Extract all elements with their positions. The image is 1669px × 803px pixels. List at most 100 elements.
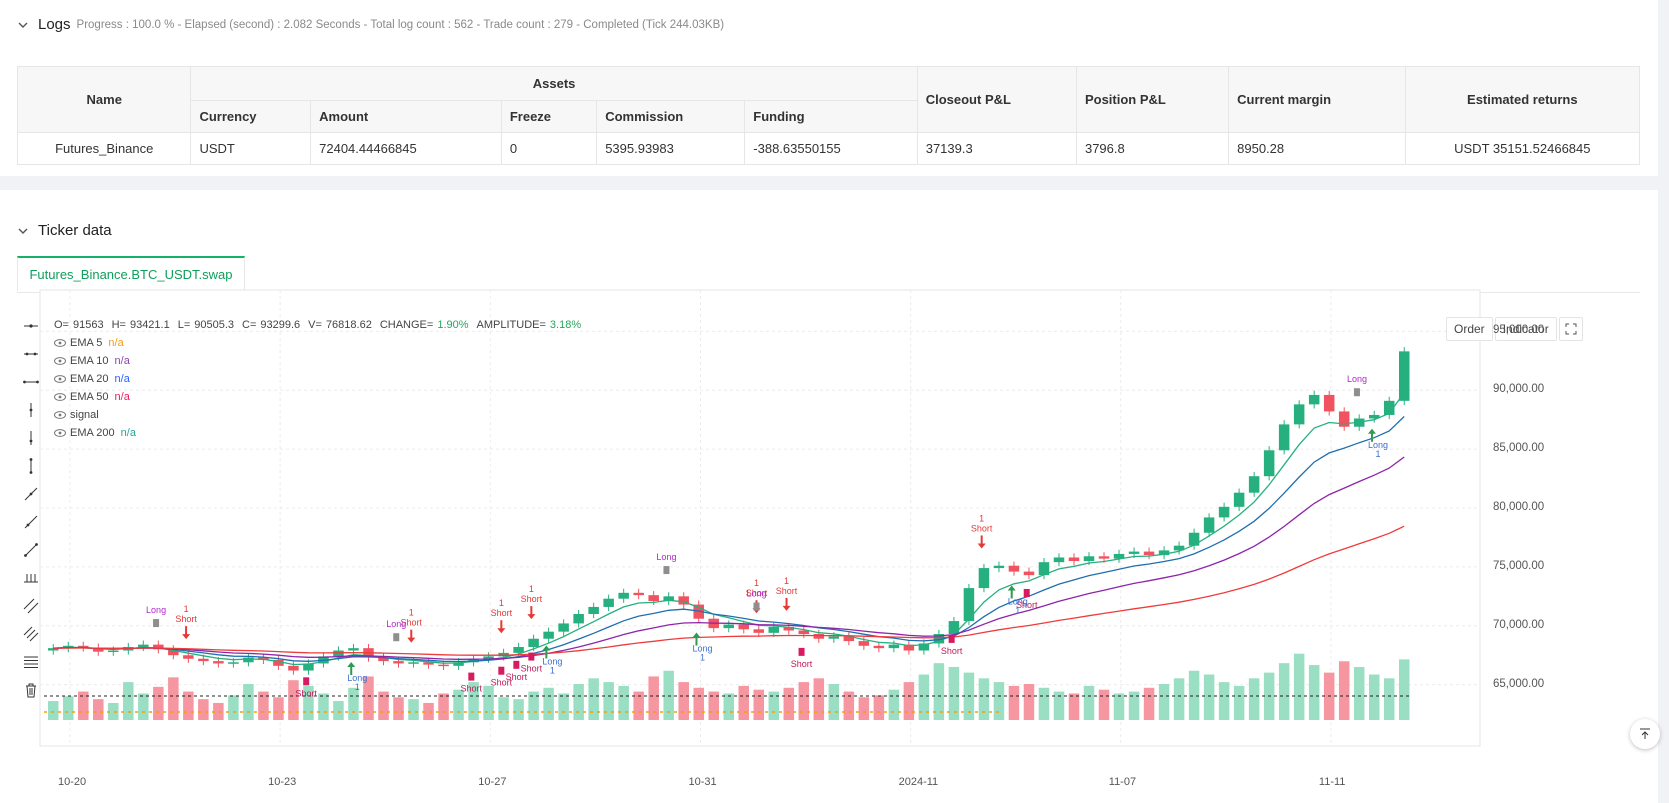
eye-icon[interactable] [54, 375, 66, 383]
candle-body [1188, 532, 1200, 546]
candle-body [558, 623, 569, 632]
legend-name: EMA 20 [70, 373, 109, 385]
long-label: Long [146, 605, 166, 615]
short-marker [513, 660, 520, 669]
legend-item-signal[interactable]: signal [54, 406, 589, 424]
legend-item-ema-5[interactable]: EMA 5 n/a [54, 334, 589, 352]
long-marker [1353, 388, 1360, 397]
legend-value: n/a [114, 355, 130, 367]
candle-body [513, 646, 524, 653]
volume-bar [573, 684, 584, 720]
short-label: Short [776, 586, 798, 596]
legend-item-ema-10[interactable]: EMA 10 n/a [54, 352, 589, 370]
volume-bar [1383, 678, 1395, 720]
volume-bar [798, 682, 810, 720]
legend-value: n/a [114, 373, 130, 385]
legend-name: EMA 200 [70, 427, 115, 439]
candle-body [198, 658, 209, 662]
volume-bar [1368, 674, 1380, 720]
ohlc-readout: O= 91563 H= 93421.1 L= 90505.3 C= 93299.6 V=… [54, 319, 582, 331]
volume-bar [618, 685, 629, 720]
long-label: Long [1347, 374, 1367, 384]
y-tick-label: 70,000.00 [1493, 618, 1545, 631]
y-tick-label: 75,000.00 [1493, 559, 1545, 572]
candle-body [828, 636, 840, 639]
candle-body [438, 664, 449, 667]
long-label: Long [656, 552, 676, 562]
volume-bar [1023, 684, 1035, 720]
candle-body [288, 665, 299, 671]
candle-body [1218, 506, 1230, 518]
legend-item-ema-50[interactable]: EMA 50 n/a [54, 388, 589, 406]
short-label: Short [491, 608, 513, 618]
volume-bar [888, 689, 900, 720]
arrow-up-icon[interactable] [1638, 727, 1652, 741]
volume-bar [1308, 665, 1320, 720]
candle-body [1323, 394, 1335, 412]
y-tick-label: 85,000.00 [1493, 442, 1545, 455]
volume-bar [153, 686, 164, 720]
eye-icon[interactable] [54, 393, 66, 401]
trade-count-label: 1 [754, 578, 759, 588]
x-tick-label: 11-07 [1108, 776, 1137, 788]
candle-body [963, 588, 975, 622]
volume-bar [693, 687, 704, 720]
volume-bar [1248, 678, 1260, 720]
volume-bar [678, 682, 689, 720]
legend-name: EMA 5 [70, 337, 103, 349]
candle-body [603, 598, 614, 607]
volume-bar [738, 685, 750, 720]
eye-icon[interactable] [54, 411, 66, 419]
legend-item-ema-20[interactable]: EMA 20 n/a [54, 370, 589, 388]
x-tick-label: 11-11 [1318, 776, 1346, 788]
scroll-top-button[interactable] [1630, 719, 1660, 749]
volume-bar [783, 687, 795, 720]
volume-bar [1233, 685, 1245, 720]
candle-body [138, 644, 149, 647]
short-label: Short [175, 614, 197, 624]
candle-body [618, 592, 629, 599]
order-button[interactable]: Order [1446, 317, 1493, 341]
volume-bar [1218, 682, 1230, 720]
volume-bar [1113, 693, 1125, 720]
candle-body [1098, 556, 1110, 559]
long-marker [153, 619, 160, 628]
candle-body [348, 648, 359, 651]
volume-bar [483, 685, 494, 720]
volume-bar [813, 678, 825, 720]
legend-item-ema-200[interactable]: EMA 200 n/a [54, 424, 589, 442]
fullscreen-icon[interactable] [1558, 317, 1583, 341]
candle-body [573, 614, 584, 624]
volume-bar [453, 689, 464, 720]
volume-bar [318, 693, 329, 720]
volume-bar [978, 678, 990, 720]
trade-count-label: 1 [529, 584, 534, 594]
legend-value: n/a [120, 427, 136, 439]
eye-icon[interactable] [54, 357, 66, 365]
short-label: Short [941, 646, 963, 656]
volume-bar [1158, 684, 1170, 720]
volume-bar [348, 687, 359, 720]
volume-bar [93, 699, 104, 720]
eye-icon[interactable] [54, 429, 66, 437]
volume-bar [1038, 687, 1050, 720]
volume-bar [1203, 674, 1215, 720]
short-label: Short [971, 523, 993, 533]
candle-body [243, 657, 254, 663]
trade-count-label: 1 [784, 576, 789, 586]
candle-body [1248, 476, 1260, 493]
volume-bar [1083, 685, 1095, 720]
trade-count-label: 1 [499, 598, 504, 608]
volume-bar [1353, 666, 1365, 720]
candle-body [978, 568, 990, 589]
eye-icon[interactable] [54, 339, 66, 347]
y-tick-label: 90,000.00 [1493, 383, 1545, 396]
candle-body [408, 662, 419, 664]
volume-bar [198, 699, 209, 720]
trade-count-label: 1 [1015, 605, 1020, 615]
candle-body [1293, 404, 1305, 425]
volume-bar [438, 693, 449, 720]
short-marker [798, 647, 805, 656]
y-tick-label: 65,000.00 [1493, 677, 1545, 690]
volume-bar [648, 676, 659, 720]
